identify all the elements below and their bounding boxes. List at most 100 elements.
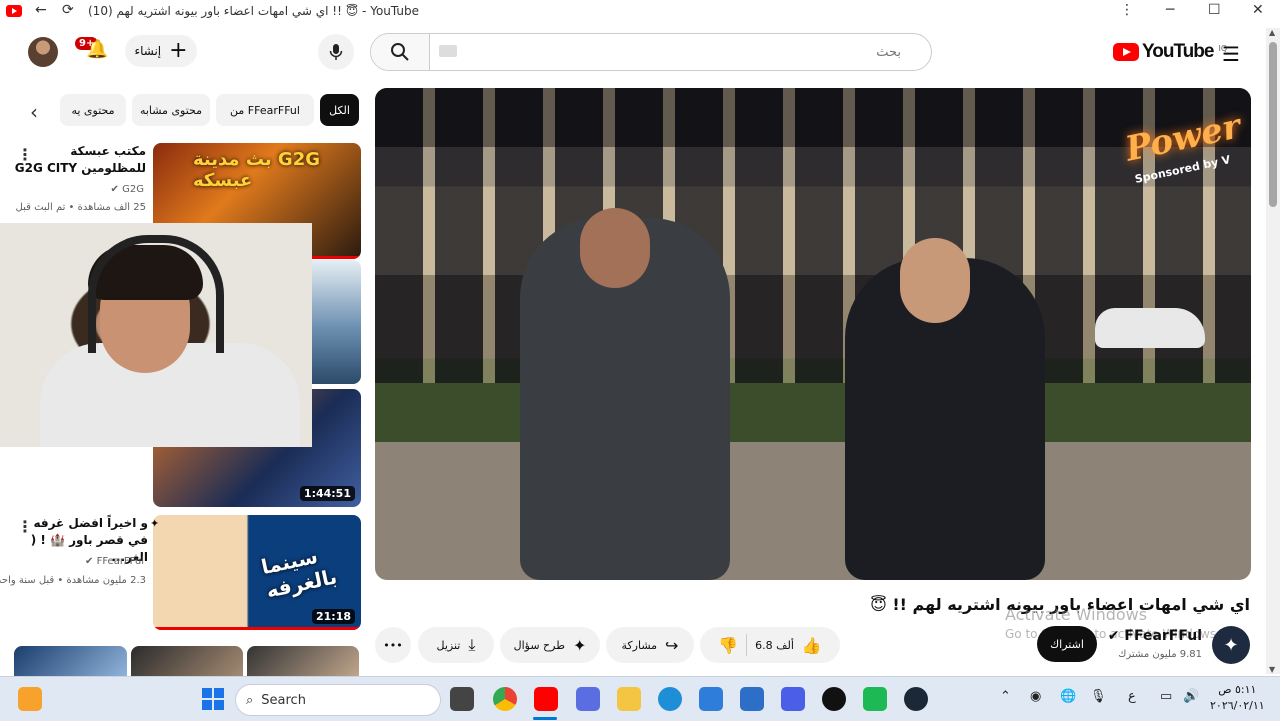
youtube-logo[interactable]: YouTube IQ — [1113, 41, 1227, 63]
more-actions-button[interactable]: ••• — [375, 627, 411, 663]
plus-icon: + — [169, 38, 188, 63]
hamburger-menu-icon[interactable]: ☰ — [1222, 42, 1240, 66]
microphone-tray-icon[interactable]: 🎙 — [1090, 689, 1107, 704]
headset-shape — [88, 235, 224, 353]
app-icon[interactable] — [576, 687, 600, 711]
time: ٥:١١ ص — [1218, 683, 1257, 696]
create-label: إنشاء — [134, 44, 162, 58]
recommendation-thumbnail[interactable] — [247, 646, 359, 676]
recommendation-channel[interactable]: G2G ✔ — [14, 184, 144, 195]
chatgpt-icon[interactable] — [822, 687, 846, 711]
avatar[interactable] — [28, 37, 58, 67]
person-left — [520, 208, 730, 580]
create-button[interactable]: إنشاء + — [125, 35, 197, 67]
windows-start-icon[interactable] — [202, 688, 224, 710]
channel-name[interactable]: ✔ FFearFFul — [1108, 628, 1202, 644]
reload-icon[interactable]: ⟳ — [62, 2, 74, 18]
bell-icon[interactable]: 🔔 — [86, 39, 108, 60]
store-icon[interactable] — [740, 687, 764, 711]
back-icon[interactable]: ← — [35, 2, 47, 18]
recommendation-thumbnail[interactable]: سينما بالغرفه 21:18 — [153, 515, 361, 630]
close-button[interactable]: ✕ — [1252, 2, 1264, 18]
taskbar-search-label: Search — [261, 692, 306, 708]
app-icon[interactable] — [781, 687, 805, 711]
filter-chips: الكل من FFearFFul محتوى مشابه محتوى يه — [28, 94, 362, 126]
verified-icon: ✔ — [85, 556, 94, 567]
microphone-icon[interactable] — [318, 34, 354, 70]
recommendation-title[interactable]: مكتب عبسكة للمظلومين G2G CITY — [14, 143, 146, 177]
taskbar-search[interactable]: ⌕ Search — [235, 684, 441, 716]
scroll-up-icon[interactable]: ▲ — [1269, 28, 1275, 37]
browser-titlebar: ← ⟳ (10) اي شي امهات اعضاء باور بيونه اش… — [0, 0, 1280, 24]
window-title: (10) اي شي امهات اعضاء باور بيونه اشتريه… — [88, 4, 419, 18]
webcam-overlay — [0, 223, 312, 447]
like-icon[interactable]: 👍 — [802, 636, 822, 655]
recommendation-meta: 25 ألف مشاهدة • تم البث قبل 12 ... — [14, 202, 146, 213]
like-count[interactable]: 6.8 ألف — [755, 639, 794, 652]
browser-menu-icon[interactable]: ⋮ — [1120, 2, 1134, 18]
youtube-favicon-icon — [6, 5, 22, 17]
language-indicator[interactable]: ع — [1128, 689, 1136, 704]
share-button[interactable]: مشاركة ↪ — [606, 627, 694, 663]
download-button[interactable]: تنزيل ⤓ — [418, 627, 494, 663]
search-button[interactable] — [371, 34, 430, 70]
chip-related[interactable]: محتوى مشابه — [132, 94, 210, 126]
thumbnail-text: بث مدينة G2G عبسكه — [193, 149, 320, 191]
activate-windows-watermark: Activate Windows — [1005, 605, 1148, 624]
chip-all[interactable]: الكل — [320, 94, 359, 126]
scroll-down-icon[interactable]: ▼ — [1269, 665, 1275, 674]
subscribe-button[interactable]: اشتراك — [1037, 626, 1097, 662]
clock[interactable]: ٥:١١ ص ٢٠٢٦/٠٢/١١ — [1210, 682, 1265, 714]
edge-icon[interactable] — [658, 687, 682, 711]
task-view-icon[interactable] — [450, 687, 474, 711]
widgets-icon[interactable] — [18, 687, 42, 711]
globe-icon[interactable]: 🌐 — [1060, 689, 1076, 704]
youtube-play-icon — [1113, 43, 1139, 61]
network-icon[interactable]: ◉ — [1030, 689, 1041, 704]
ask-button[interactable]: طرح سؤال ✦ — [500, 627, 600, 663]
scroll-thumb[interactable] — [1269, 42, 1277, 207]
search-icon — [391, 43, 409, 61]
ask-label: طرح سؤال — [513, 638, 565, 652]
youtube-app-icon[interactable] — [534, 687, 558, 711]
search-input[interactable] — [431, 34, 911, 70]
subscriber-count: 9.81 مليون مشترك — [1118, 649, 1202, 660]
minimize-button[interactable]: ─ — [1166, 2, 1174, 18]
car-shape — [1095, 308, 1205, 348]
channel-name: FFearFFul — [96, 556, 144, 567]
youtube-header: 9+ 🔔 إنشاء + YouTube IQ ☰ — [0, 26, 1265, 82]
share-icon: ↪ — [665, 635, 679, 655]
recommendation-channel[interactable]: FFearFFul ✔ — [14, 556, 144, 567]
more-options-icon[interactable]: ⋮ — [17, 145, 33, 164]
steam-icon[interactable] — [904, 687, 928, 711]
app-icon[interactable] — [863, 687, 887, 711]
channel-logo-icon: ✦ — [150, 517, 160, 530]
maximize-button[interactable]: ☐ — [1208, 2, 1221, 18]
video-player[interactable]: Power Sponsored by V — [375, 88, 1251, 580]
file-explorer-icon[interactable] — [617, 687, 641, 711]
channel-avatar[interactable]: ✦ — [1212, 626, 1250, 664]
recommendation-thumbnail[interactable] — [131, 646, 243, 676]
volume-icon[interactable]: 🔊 — [1183, 689, 1199, 704]
chevron-up-icon[interactable]: ⌃ — [1000, 689, 1011, 704]
search-box — [370, 33, 932, 71]
windows-taskbar: ⌕ Search ⌃ ◉ 🌐 🎙 ع ▭ 🔊 ٥:١١ ص ٢٠٢٦/٠٢/١١ — [0, 676, 1280, 721]
chip-partial[interactable]: محتوى يه — [60, 94, 126, 126]
page-scrollbar[interactable]: ▲ ▼ — [1266, 28, 1280, 674]
watch-progress-bar — [153, 627, 361, 630]
dislike-icon[interactable]: 👎 — [718, 636, 738, 655]
date: ٢٠٢٦/٠٢/١١ — [1210, 699, 1265, 712]
recommendation-thumbnail[interactable] — [14, 646, 127, 676]
more-options-icon[interactable]: ⋮ — [17, 517, 33, 536]
download-icon: ⤓ — [468, 635, 476, 654]
photos-icon[interactable] — [699, 687, 723, 711]
display-icon[interactable]: ▭ — [1160, 689, 1172, 704]
channel-name: G2G — [122, 184, 144, 195]
like-dislike-group: 👎 6.8 ألف 👍 — [700, 627, 840, 663]
recommendation-meta: 2.3 مليون مشاهدة • قبل سنة واحدة — [0, 575, 146, 586]
chrome-icon[interactable] — [493, 687, 517, 711]
share-label: مشاركة — [621, 638, 658, 652]
download-label: تنزيل — [436, 638, 461, 652]
chip-from-channel[interactable]: من FFearFFul — [216, 94, 314, 126]
video-duration: 1:44:51 — [299, 486, 355, 501]
